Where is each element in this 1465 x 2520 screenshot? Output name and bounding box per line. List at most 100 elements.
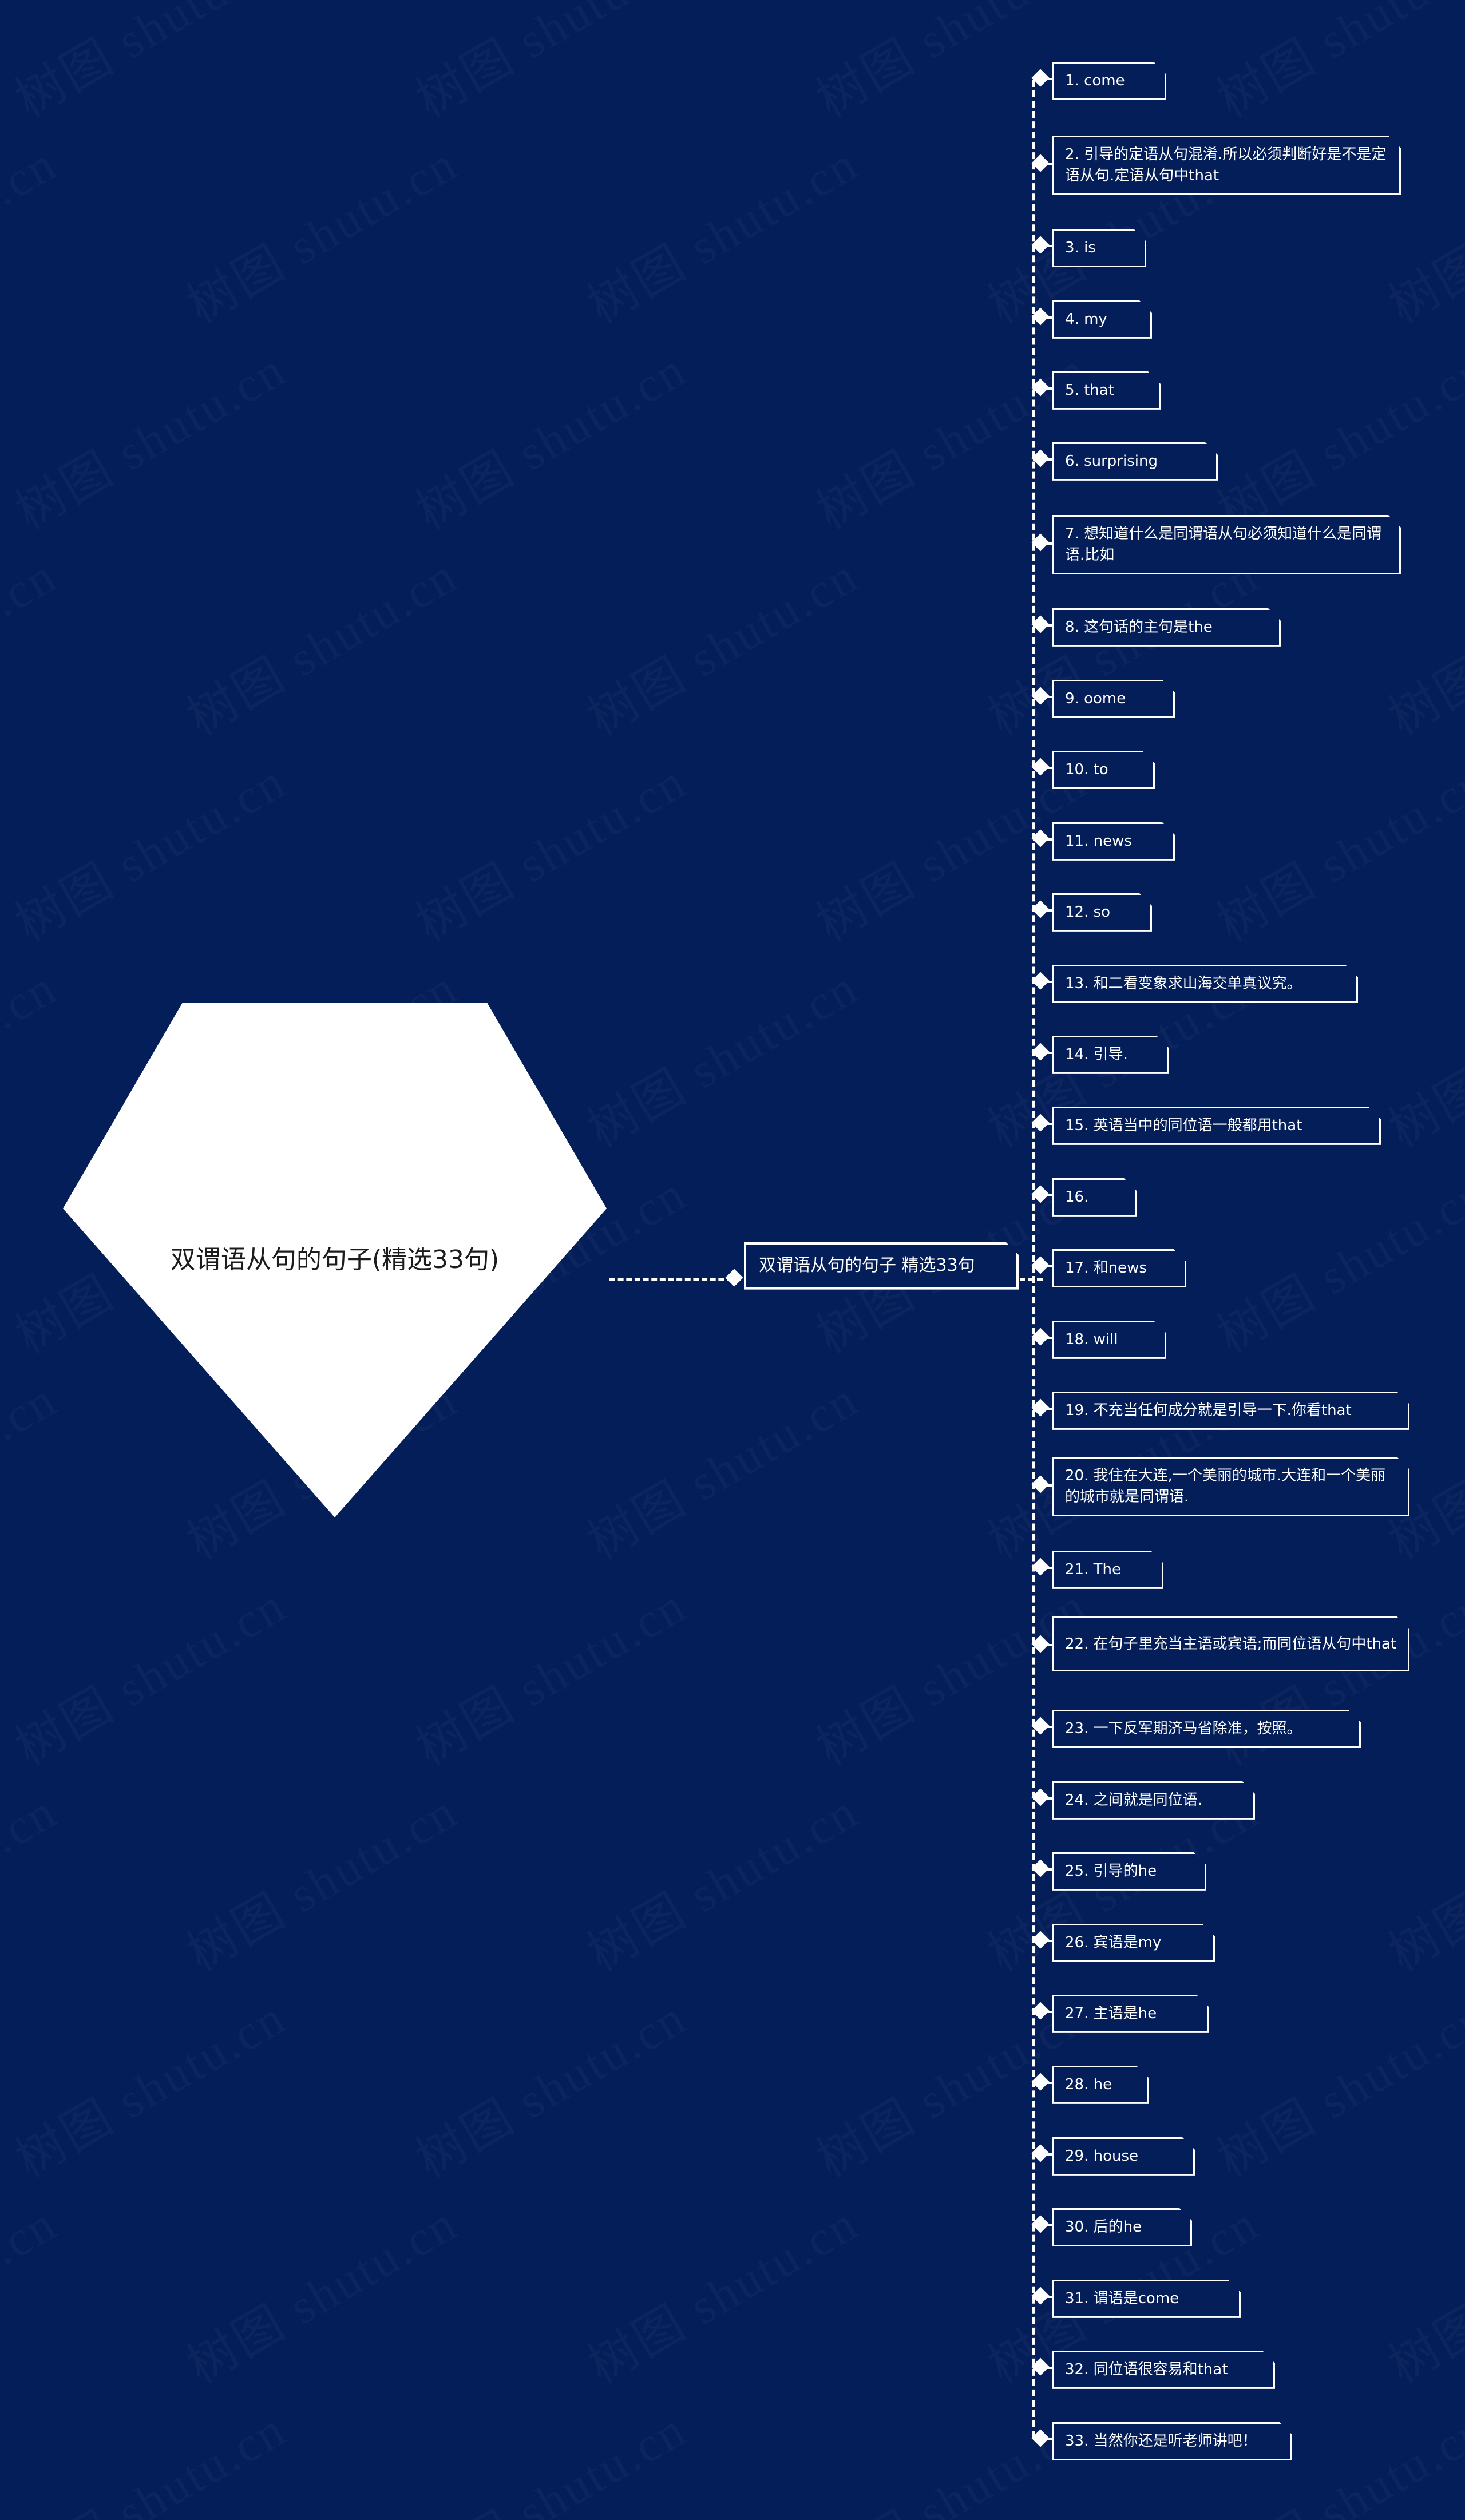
watermark-text: 树图 shutu.cn: [0, 742, 297, 955]
branch-node[interactable]: 23. 一下反军期济马省除准，按照。: [1052, 1710, 1361, 1748]
branch-node[interactable]: 30. 后的he: [1052, 2208, 1192, 2246]
watermark-text: 树图 shutu.cn: [401, 0, 698, 130]
title-pentagon-shape: [63, 1003, 607, 1517]
watermark-text: 树图 shutu.cn: [1373, 948, 1465, 1161]
mindmap-canvas: 树图 shutu.cn树图 shutu.cn树图 shutu.cn树图 shut…: [0, 0, 1465, 2520]
branch-node[interactable]: 32. 同位语很容易和that: [1052, 2351, 1275, 2389]
branch-node-label: 32. 同位语很容易和that: [1065, 2361, 1228, 2378]
branch-node[interactable]: 28. he: [1052, 2066, 1149, 2104]
branch-node[interactable]: 1. come: [1052, 62, 1166, 100]
branch-node[interactable]: 33. 当然你还是听老师讲吧！: [1052, 2422, 1292, 2460]
branch-node-label: 18. will: [1065, 1331, 1118, 1348]
branch-node[interactable]: 10. to: [1052, 751, 1155, 789]
branch-node[interactable]: 17. 和news: [1052, 1249, 1186, 1287]
branch-node[interactable]: 29. house: [1052, 2137, 1195, 2176]
branch-node-label: 4. my: [1065, 311, 1107, 328]
branch-node-label: 9. oome: [1065, 690, 1126, 707]
branch-node[interactable]: 12. so: [1052, 893, 1152, 932]
watermark-text: 树图 shutu.cn: [572, 1360, 869, 1573]
watermark-text: 树图 shutu.cn: [401, 1566, 698, 1779]
branch-node[interactable]: 26. 宾语是my: [1052, 1924, 1215, 1962]
branch-node-label: 17. 和news: [1065, 1259, 1147, 1277]
branch-node-label: 16.: [1065, 1188, 1089, 1206]
branch-node[interactable]: 27. 主语是he: [1052, 1995, 1209, 2033]
branch-node-label: 24. 之间就是同位语.: [1065, 1792, 1202, 1809]
branch-node-label: 6. surprising: [1065, 453, 1158, 470]
watermark-text: 树图 shutu.cn: [0, 1566, 297, 1779]
watermark-text: 树图 shutu.cn: [0, 2184, 68, 2397]
watermark-text: 树图 shutu.cn: [1202, 742, 1465, 955]
root-to-spine-connector: [1020, 1278, 1043, 1281]
watermark-text: 树图 shutu.cn: [0, 1360, 68, 1573]
branch-node-label: 30. 后的he: [1065, 2218, 1142, 2236]
branch-node[interactable]: 18. will: [1052, 1321, 1166, 1359]
branch-node[interactable]: 31. 谓语是come: [1052, 2280, 1241, 2318]
watermark-text: 树图 shutu.cn: [0, 330, 297, 543]
branch-node[interactable]: 6. surprising: [1052, 442, 1218, 481]
branch-node[interactable]: 7. 想知道什么是同谓语从句必须知道什么是同谓语.比如: [1052, 515, 1401, 574]
branch-node[interactable]: 3. is: [1052, 229, 1146, 267]
branch-node-label: 28. he: [1065, 2076, 1112, 2093]
branch-node[interactable]: 4. my: [1052, 300, 1152, 339]
watermark-text: 树图 shutu.cn: [0, 0, 297, 130]
branch-node-label: 29. house: [1065, 2147, 1139, 2165]
branch-node-label: 21. The: [1065, 1561, 1121, 1578]
watermark-text: 树图 shutu.cn: [401, 742, 698, 955]
branch-node[interactable]: 14. 引导.: [1052, 1036, 1169, 1074]
watermark-text: 树图 shutu.cn: [401, 2390, 698, 2520]
branch-node-label: 7. 想知道什么是同谓语从句必须知道什么是同谓语.比如: [1065, 525, 1382, 564]
watermark-text: 树图 shutu.cn: [1202, 0, 1465, 130]
watermark-text: 树图 shutu.cn: [572, 124, 869, 337]
branch-node[interactable]: 13. 和二看变象求山海交单真议究。: [1052, 965, 1358, 1003]
branch-node-label: 22. 在句子里充当主语或宾语;而同位语从句中that: [1065, 1635, 1397, 1653]
branch-node-label: 10. to: [1065, 761, 1108, 778]
watermark-text: 树图 shutu.cn: [0, 1772, 68, 1985]
branch-node[interactable]: 8. 这句话的主句是the: [1052, 608, 1281, 647]
branch-node[interactable]: 11. news: [1052, 822, 1175, 861]
watermark-text: 树图 shutu.cn: [0, 2390, 297, 2520]
branch-node-label: 1. come: [1065, 72, 1125, 89]
branch-node[interactable]: 21. The: [1052, 1551, 1163, 1589]
watermark-text: 树图 shutu.cn: [572, 948, 869, 1161]
watermark-text: 树图 shutu.cn: [172, 2184, 469, 2397]
watermark-text: 树图 shutu.cn: [0, 1978, 297, 2191]
watermark-text: 树图 shutu.cn: [572, 2184, 869, 2397]
watermark-text: 树图 shutu.cn: [401, 1978, 698, 2191]
branch-node[interactable]: 5. that: [1052, 371, 1161, 410]
branch-node-label: 19. 不充当任何成分就是引导一下.你看that: [1065, 1402, 1352, 1419]
branch-node[interactable]: 2. 引导的定语从句混淆.所以必须判断好是不是定语从句.定语从句中that: [1052, 136, 1401, 195]
branch-node[interactable]: 16.: [1052, 1178, 1137, 1217]
branch-node-label: 5. that: [1065, 382, 1114, 399]
branch-node-label: 20. 我住在大连,一个美丽的城市.大连和一个美丽的城市就是同谓语.: [1065, 1467, 1386, 1505]
root-node[interactable]: 双谓语从句的句子 精选33句: [744, 1242, 1019, 1290]
branch-node-label: 14. 引导.: [1065, 1046, 1128, 1063]
watermark-text: 树图 shutu.cn: [1373, 2184, 1465, 2397]
branch-node-label: 15. 英语当中的同位语一般都用that: [1065, 1117, 1302, 1134]
branch-node[interactable]: 24. 之间就是同位语.: [1052, 1781, 1255, 1820]
watermark-text: 树图 shutu.cn: [0, 124, 68, 337]
branch-node-label: 12. so: [1065, 904, 1111, 921]
watermark-text: 树图 shutu.cn: [1202, 1154, 1465, 1367]
branch-node[interactable]: 22. 在句子里充当主语或宾语;而同位语从句中that: [1052, 1616, 1409, 1671]
branch-node-label: 2. 引导的定语从句混淆.所以必须判断好是不是定语从句.定语从句中that: [1065, 146, 1387, 184]
watermark-text: 树图 shutu.cn: [172, 124, 469, 337]
branch-node-label: 8. 这句话的主句是the: [1065, 619, 1213, 636]
branch-node[interactable]: 15. 英语当中的同位语一般都用that: [1052, 1107, 1381, 1145]
branch-node-label: 13. 和二看变象求山海交单真议究。: [1065, 975, 1302, 992]
watermark-text: 树图 shutu.cn: [572, 536, 869, 749]
branch-node[interactable]: 9. oome: [1052, 680, 1175, 718]
watermark-text: 树图 shutu.cn: [172, 536, 469, 749]
branch-node-label: 3. is: [1065, 239, 1096, 256]
branch-node[interactable]: 25. 引导的he: [1052, 1852, 1206, 1891]
branch-node-label: 23. 一下反军期济马省除准，按照。: [1065, 1720, 1302, 1737]
branch-node[interactable]: 20. 我住在大连,一个美丽的城市.大连和一个美丽的城市就是同谓语.: [1052, 1457, 1409, 1516]
branch-node-label: 25. 引导的he: [1065, 1863, 1157, 1880]
watermark-text: 树图 shutu.cn: [1202, 330, 1465, 543]
branch-node-label: 27. 主语是he: [1065, 2005, 1157, 2022]
watermark-text: 树图 shutu.cn: [0, 948, 68, 1161]
watermark-text: 树图 shutu.cn: [801, 330, 1098, 543]
watermark-text: 树图 shutu.cn: [572, 1772, 869, 1985]
branch-node[interactable]: 19. 不充当任何成分就是引导一下.你看that: [1052, 1392, 1409, 1430]
branch-node-label: 11. news: [1065, 833, 1132, 850]
branch-node-label: 31. 谓语是come: [1065, 2290, 1179, 2307]
